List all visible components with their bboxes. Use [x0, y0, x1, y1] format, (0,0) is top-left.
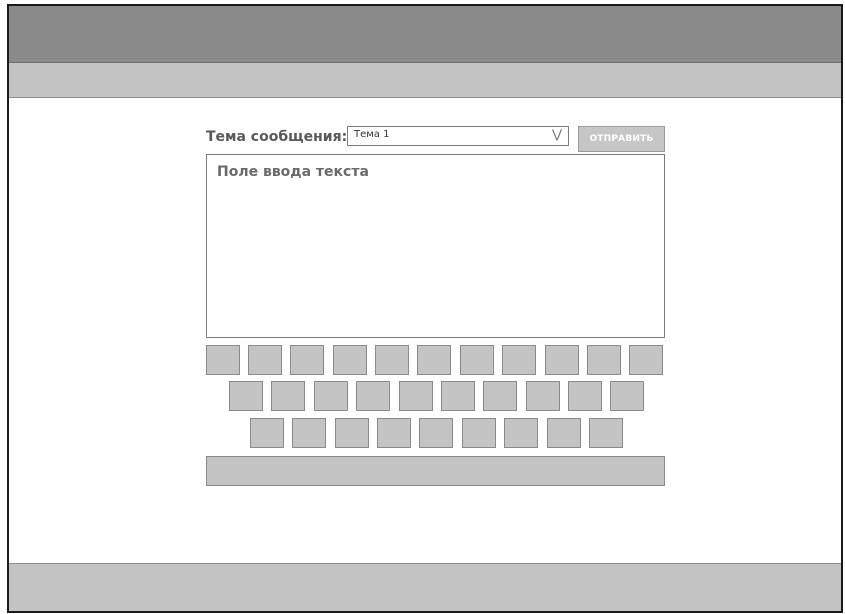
- subject-selected-value: Тема 1: [354, 129, 390, 140]
- keyboard-key[interactable]: [629, 345, 663, 375]
- keyboard-key[interactable]: [587, 345, 621, 375]
- keyboard-key[interactable]: [610, 381, 644, 411]
- keyboard-key[interactable]: [483, 381, 517, 411]
- keyboard-key[interactable]: [417, 345, 451, 375]
- keyboard-key[interactable]: [419, 418, 453, 448]
- keyboard-key[interactable]: [248, 345, 282, 375]
- keyboard-key[interactable]: [292, 418, 326, 448]
- top-header-bar: [9, 6, 841, 63]
- keyboard-key[interactable]: [335, 418, 369, 448]
- keyboard-key[interactable]: [502, 345, 536, 375]
- keyboard-key[interactable]: [526, 381, 560, 411]
- keyboard-key[interactable]: [547, 418, 581, 448]
- toolbar: [9, 63, 841, 98]
- keyboard-key[interactable]: [271, 381, 305, 411]
- keyboard-key[interactable]: [229, 381, 263, 411]
- keyboard-key[interactable]: [333, 345, 367, 375]
- keyboard-key[interactable]: [462, 418, 496, 448]
- keyboard-key[interactable]: [356, 381, 390, 411]
- message-text-field[interactable]: Поле ввода текста: [206, 154, 665, 338]
- keyboard-key[interactable]: [250, 418, 284, 448]
- keyboard-key[interactable]: [568, 381, 602, 411]
- bottom-bar: [9, 563, 841, 611]
- send-button[interactable]: ОТПРАВИТЬ: [578, 126, 665, 152]
- app-window: Тема сообщения: Тема 1 ⋁ ОТПРАВИТЬ Поле …: [7, 4, 843, 613]
- keyboard-key[interactable]: [375, 345, 409, 375]
- keyboard-key[interactable]: [377, 418, 411, 448]
- keyboard-key[interactable]: [441, 381, 475, 411]
- keyboard-key[interactable]: [504, 418, 538, 448]
- keyboard-key[interactable]: [589, 418, 623, 448]
- text-field-placeholder: Поле ввода текста: [217, 164, 369, 180]
- subject-dropdown[interactable]: Тема 1 ⋁: [347, 126, 569, 146]
- keyboard-key[interactable]: [206, 345, 240, 375]
- chevron-down-icon: ⋁: [552, 127, 562, 141]
- keyboard-key[interactable]: [290, 345, 324, 375]
- keyboard-key[interactable]: [545, 345, 579, 375]
- keyboard-spacebar[interactable]: [206, 456, 665, 486]
- keyboard-key[interactable]: [460, 345, 494, 375]
- subject-label: Тема сообщения:: [206, 129, 348, 145]
- keyboard-key[interactable]: [399, 381, 433, 411]
- keyboard-key[interactable]: [314, 381, 348, 411]
